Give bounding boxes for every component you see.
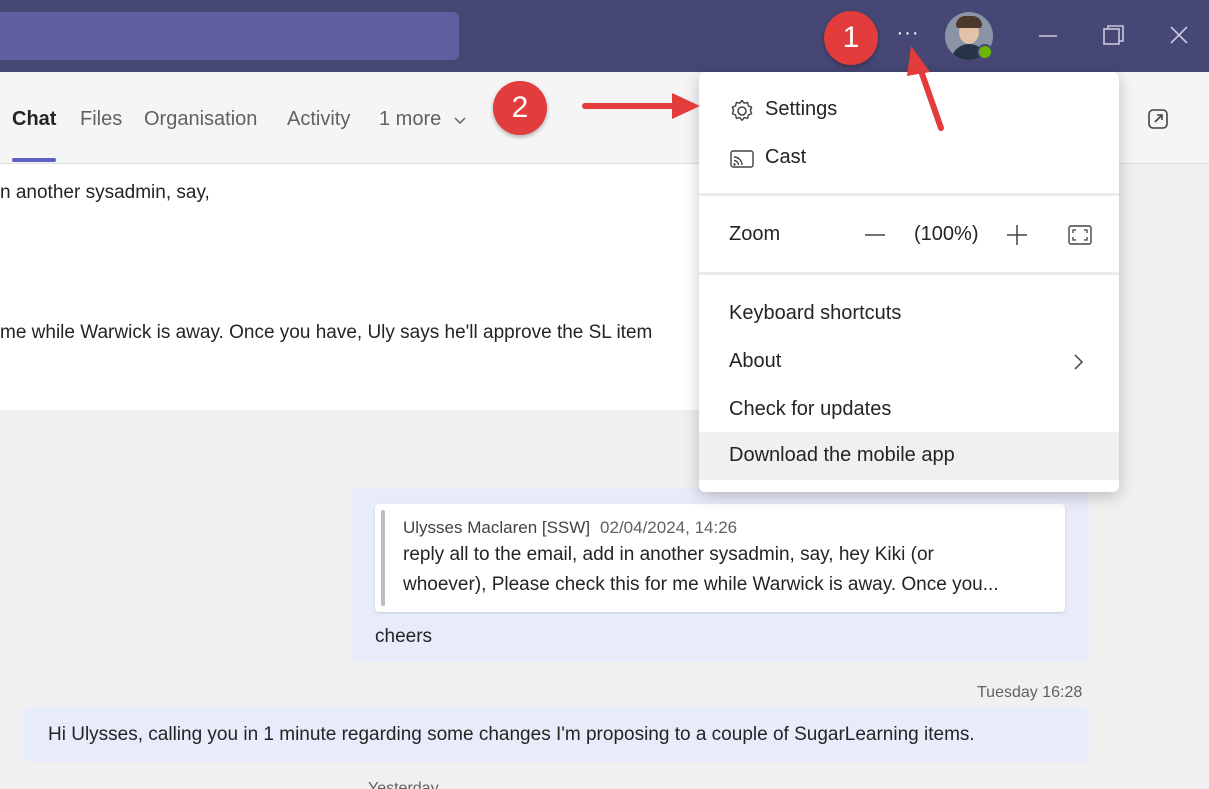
message-text-line: n another sysadmin, say,: [0, 182, 210, 203]
menu-item-label: Settings: [765, 98, 838, 120]
menu-divider: [699, 272, 1119, 275]
menu-item-settings[interactable]: Settings: [699, 86, 1119, 134]
zoom-row: Zoom (100%): [699, 210, 1119, 262]
presence-available-icon: [977, 44, 993, 60]
tab-files[interactable]: Files: [80, 108, 122, 131]
cast-icon: [730, 150, 754, 168]
menu-item-label: Cast: [765, 146, 807, 168]
message-text-line: me while Warwick is away. Once you have,…: [0, 322, 653, 343]
received-message-bubble: Hi Ulysses, calling you in 1 minute rega…: [24, 708, 1089, 762]
more-options-menu: Settings Cast Zoom (100%) Keyboard short…: [699, 72, 1119, 492]
full-screen-icon[interactable]: [1067, 222, 1093, 248]
tab-organisation[interactable]: Organisation: [144, 108, 257, 131]
chevron-right-icon: [1074, 354, 1084, 370]
menu-item-check-for-updates[interactable]: Check for updates: [699, 386, 1119, 434]
message-timestamp: Tuesday 16:28: [977, 684, 1083, 701]
zoom-out-icon[interactable]: [862, 222, 888, 248]
pop-out-icon[interactable]: [1146, 107, 1170, 131]
quote-text-line: whoever), Please check this for me while…: [403, 574, 999, 595]
zoom-label: Zoom: [729, 223, 781, 245]
quote-author: Ulysses Maclaren [SSW]: [403, 518, 591, 537]
quote-timestamp: 02/04/2024, 14:26: [600, 518, 738, 537]
tab-chat[interactable]: Chat: [12, 108, 56, 131]
zoom-in-icon[interactable]: [1004, 222, 1030, 248]
menu-item-label: Check for updates: [729, 398, 892, 420]
menu-item-keyboard-shortcuts[interactable]: Keyboard shortcuts: [699, 290, 1119, 338]
menu-item-label: Keyboard shortcuts: [729, 302, 902, 324]
title-bar: ···: [0, 0, 1209, 72]
maximize-icon[interactable]: [1098, 22, 1128, 50]
more-options-icon[interactable]: ···: [894, 23, 922, 46]
annotation-badge-2: 2: [493, 81, 547, 135]
quoted-message[interactable]: Ulysses Maclaren [SSW] 02/04/2024, 14:26 …: [375, 504, 1065, 612]
menu-item-label: Download the mobile app: [729, 444, 955, 466]
reply-text: cheers: [375, 626, 433, 647]
minimize-icon[interactable]: [1033, 22, 1063, 50]
close-icon[interactable]: [1164, 22, 1194, 50]
menu-item-cast[interactable]: Cast: [699, 134, 1119, 182]
avatar-hair: [956, 16, 982, 28]
message-text: Hi Ulysses, calling you in 1 minute rega…: [48, 724, 975, 745]
annotation-badge-1: 1: [824, 11, 878, 65]
gear-icon: [731, 99, 753, 121]
menu-item-label: About: [729, 350, 782, 372]
quote-text-line: reply all to the email, add in another s…: [403, 544, 934, 565]
tab-activity[interactable]: Activity: [287, 108, 350, 131]
active-tab-indicator: [12, 158, 56, 162]
chevron-down-icon: [454, 117, 466, 125]
menu-divider: [699, 193, 1119, 196]
message-bubble-top: n another sysadmin, say, me while Warwic…: [0, 164, 700, 410]
search-box[interactable]: [0, 12, 459, 60]
quote-header: Ulysses Maclaren [SSW] 02/04/2024, 14:26: [403, 518, 737, 538]
menu-item-download-mobile-app[interactable]: Download the mobile app: [699, 432, 1119, 480]
quote-bar: [381, 510, 385, 606]
menu-item-about[interactable]: About: [699, 338, 1119, 386]
day-divider-label: Yesterday: [368, 780, 439, 789]
tab-more[interactable]: 1 more: [379, 108, 441, 131]
zoom-value: (100%): [914, 223, 979, 245]
